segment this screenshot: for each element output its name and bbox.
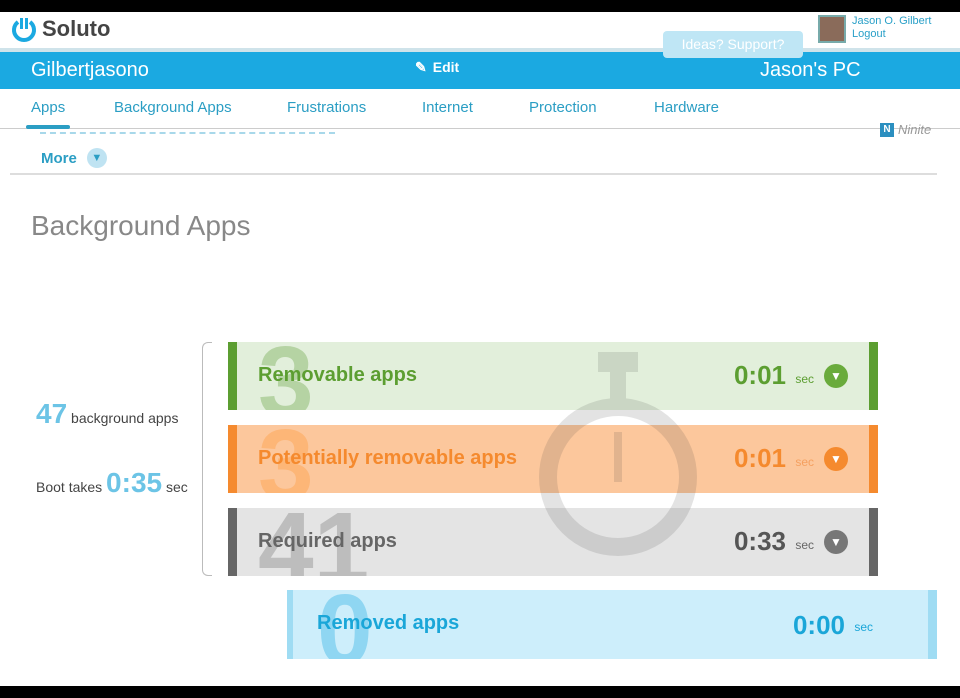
support-button[interactable]: Ideas? Support? [663, 31, 803, 58]
logout-link[interactable]: Logout [852, 28, 931, 41]
row-unit: sec [795, 538, 814, 552]
row-accent [869, 425, 878, 493]
row-name: Removed apps [317, 612, 460, 634]
group-brace [202, 342, 212, 576]
power-icon [12, 18, 36, 42]
required-apps-row[interactable]: 41 Required apps 0:33 sec ▼ [228, 508, 878, 576]
bottom-black-bar [0, 686, 960, 698]
divider [10, 173, 937, 175]
chevron-down-icon: ▼ [86, 148, 107, 168]
row-name: Removable apps [258, 364, 417, 386]
row-time: 0:00 [792, 610, 845, 640]
row-accent [869, 508, 878, 576]
more-button[interactable]: More ▼ [41, 148, 107, 168]
tab-internet[interactable]: Internet [422, 99, 473, 116]
username: Gilbertjasono [31, 59, 149, 81]
row-accent [869, 342, 878, 410]
row-unit: sec [795, 455, 814, 469]
page-title: Background Apps [31, 210, 251, 241]
removed-apps-row[interactable]: 0 Removed apps 0:00 sec [287, 590, 937, 659]
row-time: 0:01 [733, 443, 786, 473]
row-accent [228, 508, 237, 576]
dashed-line [40, 132, 335, 134]
tab-apps[interactable]: Apps [31, 99, 65, 116]
row-unit: sec [854, 620, 873, 634]
ninite-icon: N [880, 122, 894, 137]
row-accent [928, 590, 937, 659]
row-accent [228, 342, 237, 410]
main-nav: Apps Background Apps Frustrations Intern… [0, 89, 960, 129]
logo-text: Soluto [42, 16, 111, 41]
app-count: 47 background apps [36, 398, 179, 429]
avatar[interactable] [818, 15, 846, 43]
tab-background-apps[interactable]: Background Apps [114, 99, 232, 116]
pencil-icon: ✎ [415, 59, 427, 75]
pc-name: Jason's PC [760, 59, 861, 81]
row-name: Required apps [258, 530, 397, 552]
row-name: Potentially removable apps [258, 447, 517, 469]
top-black-bar [0, 0, 960, 12]
tab-hardware[interactable]: Hardware [654, 99, 719, 116]
boot-time: Boot takes 0:35 sec [36, 467, 188, 498]
expand-chevron-icon[interactable]: ▼ [824, 364, 848, 388]
row-accent [287, 590, 293, 659]
edit-button[interactable]: ✎ Edit [415, 59, 459, 76]
row-unit: sec [795, 372, 814, 386]
tab-protection[interactable]: Protection [529, 99, 597, 116]
row-time: 0:33 [733, 526, 786, 556]
user-name-link[interactable]: Jason O. Gilbert [852, 15, 931, 28]
row-time: 0:01 [733, 360, 786, 390]
soluto-logo[interactable]: Soluto [10, 15, 110, 43]
removable-apps-row[interactable]: 3 Removable apps 0:01 sec ▼ [228, 342, 878, 410]
expand-chevron-icon[interactable]: ▼ [824, 447, 848, 471]
account-bar: Gilbertjasono ✎ Edit Jason's PC [0, 52, 960, 89]
tab-frustrations[interactable]: Frustrations [287, 99, 366, 116]
active-tab-indicator [26, 125, 70, 129]
potentially-removable-apps-row[interactable]: 3 Potentially removable apps 0:01 sec ▼ [228, 425, 878, 493]
expand-chevron-icon[interactable]: ▼ [824, 530, 848, 554]
row-accent [228, 425, 237, 493]
user-block: Jason O. Gilbert Logout [818, 15, 931, 43]
ninite-link[interactable]: N Ninite [880, 122, 931, 137]
